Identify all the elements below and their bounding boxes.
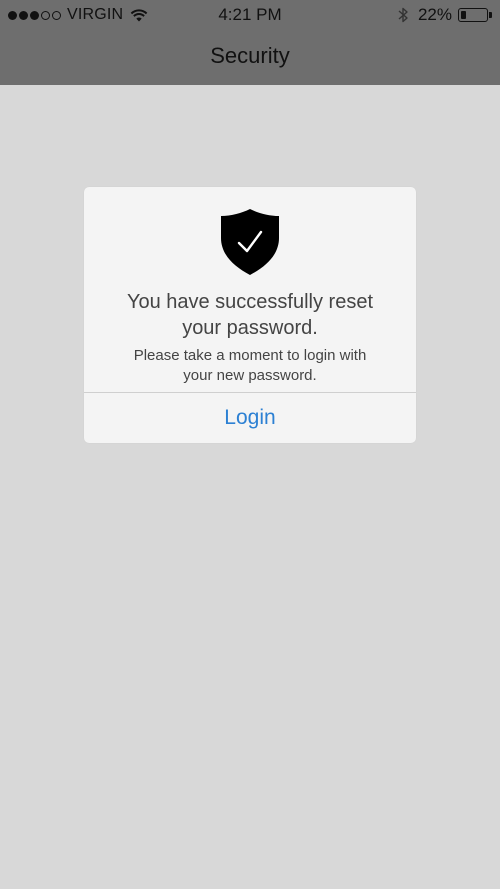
- dialog-title: You have successfully reset your passwor…: [84, 289, 416, 341]
- status-bar: VIRGIN 4:21 PM 22%: [0, 0, 500, 30]
- dialog-message-line2: your new password.: [183, 367, 317, 384]
- shield-check-icon: [221, 209, 279, 275]
- page-title: Security: [210, 43, 290, 68]
- password-reset-success-dialog: You have successfully reset your passwor…: [84, 187, 416, 443]
- battery-level-fill: [460, 10, 466, 19]
- navigation-bar: VIRGIN 4:21 PM 22% Security: [0, 0, 500, 85]
- battery-icon: [458, 8, 488, 22]
- status-right: 22%: [397, 4, 492, 26]
- battery-tip: [489, 12, 492, 18]
- login-button[interactable]: Login: [84, 393, 416, 443]
- dialog-title-line1: You have successfully reset: [126, 291, 374, 313]
- dialog-message-line1: Please take a moment to login with: [133, 347, 367, 364]
- bluetooth-icon: [398, 7, 408, 23]
- dialog-title-line2: your password.: [182, 317, 318, 339]
- dialog-message: Please take a moment to login with your …: [84, 346, 416, 386]
- battery-percent: 22%: [417, 5, 452, 24]
